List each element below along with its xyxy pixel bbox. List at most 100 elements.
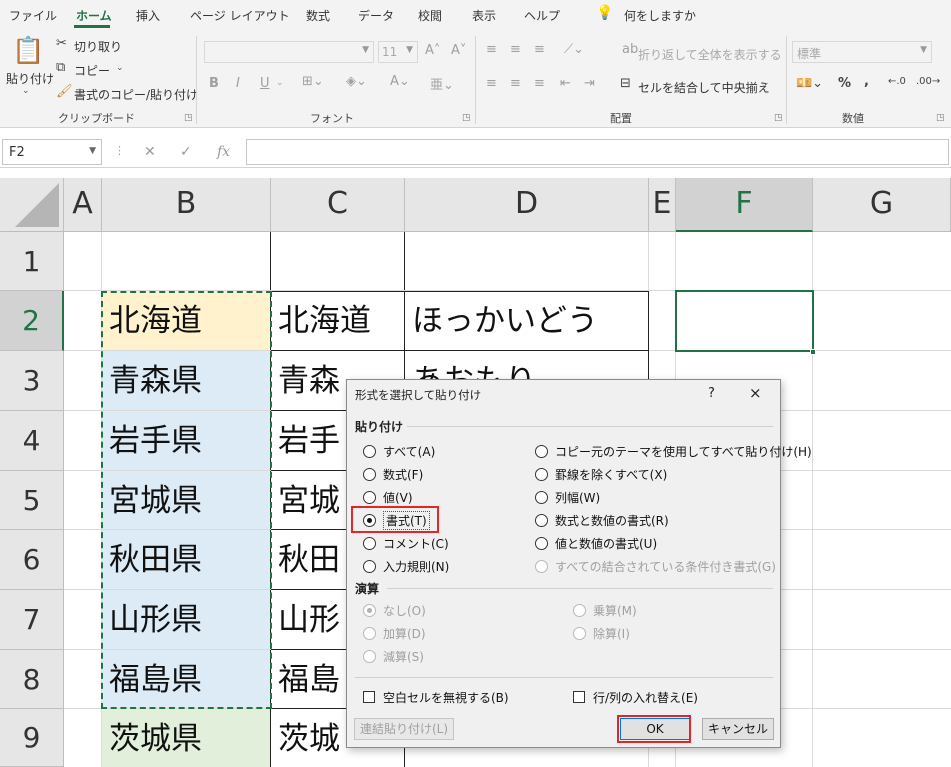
tab-insert[interactable]: 挿入 [136,7,160,24]
operation-divide[interactable]: 除算(I) [573,625,630,641]
comma-button[interactable]: , [864,74,869,89]
format-painter-button[interactable]: 書式のコピー/貼り付け [74,86,198,103]
column-header-d[interactable]: D [405,178,649,232]
paste-option-all[interactable]: すべて(A) [363,443,435,459]
increase-font-icon[interactable]: A˄ [425,43,440,58]
row-header-5[interactable]: 5 [0,471,64,530]
decrease-decimal-icon[interactable]: .00→ [916,76,940,87]
transpose-checkbox[interactable]: 行/列の入れ替え(E) [573,689,698,705]
orientation-icon[interactable]: ⟋⌄ [564,42,584,57]
row-header-6[interactable]: 6 [0,530,64,590]
cancel-icon[interactable]: ✕ [144,144,156,160]
close-button[interactable]: × [749,384,762,402]
align-right-icon[interactable]: ≡ [534,76,545,91]
paste-option-comments[interactable]: コメント(C) [363,535,449,551]
tab-page-layout[interactable]: ページ レイアウト [190,7,290,24]
fill-color-icon[interactable]: ◈⌄ [346,74,367,89]
paste-option-formulas-number-formats[interactable]: 数式と数値の書式(R) [535,512,669,528]
operation-none[interactable]: なし(O) [363,602,426,618]
underline-button[interactable]: U [260,76,270,91]
select-all-button[interactable] [0,178,64,232]
paste-option-column-widths[interactable]: 列幅(W) [535,489,600,505]
tab-view[interactable]: 表示 [472,7,496,24]
copy-dropdown-icon[interactable]: ⌄ [116,63,124,73]
paste-option-theme[interactable]: コピー元のテーマを使用してすべて貼り付け(H) [535,443,812,459]
number-format-combo[interactable]: 標準 ▼ [792,41,932,63]
increase-decimal-icon[interactable]: ←.0 [888,76,906,87]
row-header-3[interactable]: 3 [0,351,64,411]
font-color-icon[interactable]: A⌄ [390,74,410,89]
clipboard-launcher-icon[interactable]: ◳ [184,113,193,123]
cut-button[interactable]: 切り取り [74,38,122,55]
align-bottom-icon[interactable]: ≡ [534,42,545,57]
tab-data[interactable]: データ [358,7,394,24]
merge-center-button[interactable]: セルを結合して中央揃え [638,79,770,96]
row-header-1[interactable]: 1 [0,232,64,291]
copy-button[interactable]: コピー [74,62,110,79]
row-header-7[interactable]: 7 [0,590,64,650]
paste-link-button[interactable]: 連結貼り付け(L) [354,718,454,740]
operation-add[interactable]: 加算(D) [363,625,426,641]
column-header-e[interactable]: E [649,178,676,232]
tab-formulas[interactable]: 数式 [306,7,330,24]
phonetic-icon[interactable]: 亜⌄ [430,74,454,93]
decrease-font-icon[interactable]: A˅ [451,43,466,58]
bold-button[interactable]: B [209,76,219,91]
tab-file[interactable]: ファイル [9,7,57,24]
column-header-a[interactable]: A [64,178,102,232]
number-launcher-icon[interactable]: ◳ [936,113,945,123]
font-size-combo[interactable]: 11 ▼ [378,41,418,63]
column-header-f[interactable]: F [676,178,813,232]
cell-c2[interactable]: 北海道 [271,295,404,347]
paste-option-no-borders[interactable]: 罫線を除くすべて(X) [535,466,667,482]
paste-option-values[interactable]: 値(V) [363,489,413,505]
paste-option-merge-conditional[interactable]: すべての結合されている条件付き書式(G) [535,558,776,574]
currency-icon[interactable]: 💴⌄ [796,76,823,91]
active-cell-f2[interactable] [675,290,814,352]
paste-option-formulas[interactable]: 数式(F) [363,466,423,482]
fill-handle[interactable] [810,349,816,355]
insert-function-button[interactable]: fx [217,144,230,160]
align-left-icon[interactable]: ≡ [486,76,497,91]
cell-b9[interactable]: 茨城県 [102,713,270,765]
operation-multiply[interactable]: 乗算(M) [573,602,637,618]
row-header-8[interactable]: 8 [0,650,64,709]
cell-d2[interactable]: ほっかいどう [405,295,648,347]
increase-indent-icon[interactable]: ⇥ [584,76,595,91]
font-launcher-icon[interactable]: ◳ [462,113,471,123]
row-header-4[interactable]: 4 [0,411,64,471]
tell-me-search[interactable]: 何をしますか [624,7,696,24]
row-header-9[interactable]: 9 [0,709,64,767]
paste-dropdown-icon[interactable]: ⌄ [22,86,30,96]
column-header-g[interactable]: G [813,178,951,232]
align-center-icon[interactable]: ≡ [510,76,521,91]
wrap-text-icon[interactable]: ab [622,42,638,57]
underline-dropdown-icon[interactable]: ⌄ [276,78,284,88]
formula-input[interactable] [246,139,949,165]
operation-subtract[interactable]: 減算(S) [363,648,424,664]
paste-option-values-number-formats[interactable]: 値と数値の書式(U) [535,535,657,551]
merge-dropdown-icon[interactable]: ⌄ [762,78,770,88]
enter-icon[interactable]: ✓ [180,144,192,160]
merge-center-icon[interactable]: ⊟ [620,76,631,91]
tab-help[interactable]: ヘルプ [524,7,560,24]
alignment-launcher-icon[interactable]: ◳ [774,113,783,123]
decrease-indent-icon[interactable]: ⇤ [560,76,571,91]
tab-review[interactable]: 校閲 [418,7,442,24]
borders-icon[interactable]: ⊞⌄ [302,74,324,89]
align-top-icon[interactable]: ≡ [486,42,497,57]
paste-button[interactable]: 貼り付け [6,70,54,87]
skip-blanks-checkbox[interactable]: 空白セルを無視する(B) [363,689,509,705]
row-header-2[interactable]: 2 [0,291,64,351]
paste-icon[interactable]: 📋 [12,36,44,66]
paste-option-validation[interactable]: 入力規則(N) [363,558,449,574]
percent-button[interactable]: % [838,76,851,91]
name-box[interactable]: F2 ▼ [2,139,102,165]
column-header-c[interactable]: C [271,178,405,232]
column-header-b[interactable]: B [102,178,271,232]
cancel-button[interactable]: キャンセル [702,718,774,740]
tab-home[interactable]: ホーム [76,7,112,24]
italic-button[interactable]: I [236,76,240,91]
wrap-text-button[interactable]: 折り返して全体を表示する [638,46,782,63]
align-middle-icon[interactable]: ≡ [510,42,521,57]
